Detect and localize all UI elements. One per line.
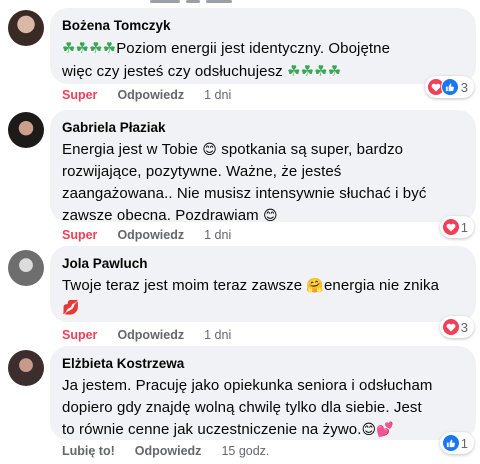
comment-actions: Lubię to! Odpowiedz 15 godz. xyxy=(62,444,269,458)
reaction-summary[interactable]: 1 xyxy=(439,216,474,238)
clover-icon: ☘☘☘☘ xyxy=(62,39,117,57)
comment-actions: Super Odpowiedz 1 dni xyxy=(62,328,231,342)
comment-author[interactable]: Bożena Tomczyk xyxy=(62,17,464,35)
reply-button[interactable]: Odpowiedz xyxy=(117,328,184,342)
smile-emoji-icon: 😊 xyxy=(361,422,377,438)
comment-actions: Super Odpowiedz 1 dni xyxy=(62,228,231,242)
like-icon xyxy=(442,435,459,451)
timestamp[interactable]: 1 dni xyxy=(204,328,231,342)
comment-text: Energia jest w Tobie 😊 spotkania są supe… xyxy=(62,141,427,224)
comment-text: Ja jestem. Pracuję jako opiekunka senior… xyxy=(62,377,433,438)
reaction-button[interactable]: Lubię to! xyxy=(62,444,115,458)
reaction-count: 3 xyxy=(460,79,468,95)
reply-button[interactable]: Odpowiedz xyxy=(117,88,184,102)
avatar[interactable] xyxy=(8,112,44,148)
avatar[interactable] xyxy=(8,350,44,386)
timestamp[interactable]: 1 dni xyxy=(204,228,231,242)
reaction-count: 1 xyxy=(460,219,468,235)
reaction-summary[interactable]: 3 xyxy=(439,316,474,338)
comment-author[interactable]: Gabriela Płaziak xyxy=(62,119,464,137)
smile-emoji-icon: 😊 xyxy=(263,208,278,224)
smile-emoji-icon: 😊 xyxy=(202,142,217,158)
reaction-count: 1 xyxy=(460,435,468,451)
reaction-count: 3 xyxy=(460,319,468,335)
avatar[interactable] xyxy=(8,250,44,286)
reaction-button[interactable]: Super xyxy=(62,228,97,242)
reaction-button[interactable]: Super xyxy=(62,88,97,102)
heart-icon xyxy=(442,319,459,335)
reply-button[interactable]: Odpowiedz xyxy=(117,228,184,242)
like-icon xyxy=(440,78,459,96)
reaction-summary[interactable]: 1 xyxy=(439,432,474,454)
comment-bubble: Jola Pawluch Twoje teraz jest moim teraz… xyxy=(50,246,476,322)
comment-text: Twoje teraz jest moim teraz zawsze 🤗ener… xyxy=(62,277,440,316)
comment-author[interactable]: Jola Pawluch xyxy=(62,255,464,273)
timestamp[interactable]: 1 dni xyxy=(204,88,231,102)
hug-emoji-icon: 🤗 xyxy=(306,278,324,294)
comment-bubble: Elżbieta Kostrzewa Ja jestem. Pracuję ja… xyxy=(50,346,476,440)
comment-bubble: Bożena Tomczyk ☘☘☘☘Poziom energii jest i… xyxy=(50,8,476,84)
previous-comment-edge xyxy=(150,0,240,3)
clover-icon: ☘☘☘☘ xyxy=(287,62,342,80)
comment-text: ☘☘☘☘Poziom energii jest identyczny. Oboj… xyxy=(62,39,391,80)
avatar[interactable] xyxy=(8,10,44,46)
timestamp[interactable]: 15 godz. xyxy=(221,444,269,458)
reply-button[interactable]: Odpowiedz xyxy=(135,444,202,458)
heart-icon xyxy=(442,219,459,235)
comment-author[interactable]: Elżbieta Kostrzewa xyxy=(62,355,464,373)
heart-emoji-icon: 💕 xyxy=(376,422,394,438)
reaction-summary[interactable]: 3 xyxy=(424,76,474,98)
kiss-lips-icon: 💋 xyxy=(62,300,80,316)
comment-actions: Super Odpowiedz 1 dni xyxy=(62,88,231,102)
comment-bubble: Gabriela Płaziak Energia jest w Tobie 😊 … xyxy=(50,110,476,224)
reaction-button[interactable]: Super xyxy=(62,328,97,342)
